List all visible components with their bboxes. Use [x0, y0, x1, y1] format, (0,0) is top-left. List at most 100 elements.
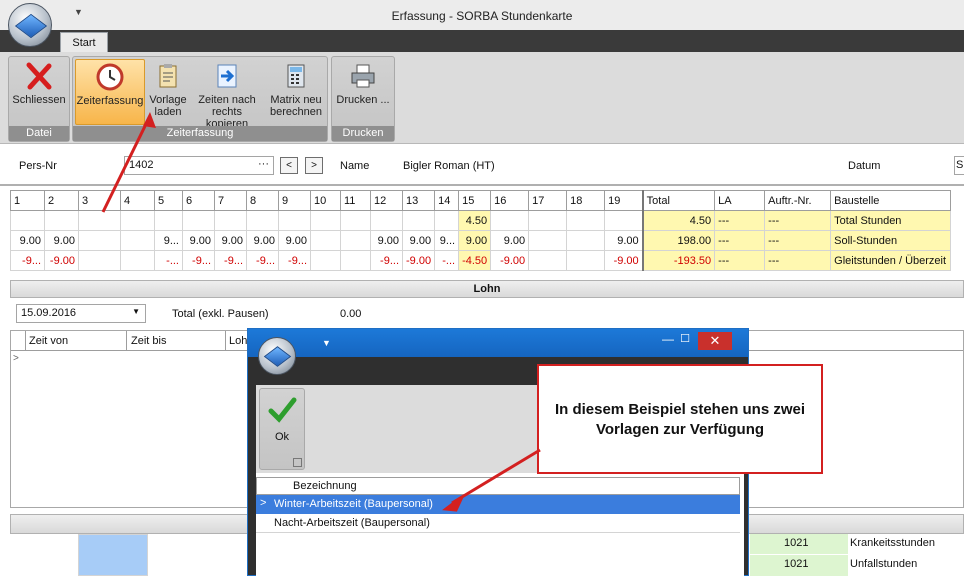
table-row: -9... -9.00 -... -9... -9... -9... -9... -9... -… [10, 250, 952, 271]
lohn-date-select[interactable]: 15.09.2016 ▼ [16, 304, 146, 323]
day-cell[interactable]: 9.00 [370, 230, 403, 251]
day-cell[interactable]: 9.00 [10, 230, 45, 251]
pers-nr-input[interactable]: 1402 ··· [124, 156, 274, 175]
day-cell[interactable] [340, 210, 371, 231]
clock-icon [96, 63, 124, 91]
day-cell[interactable]: 9.00 [604, 230, 644, 251]
vorlage-list: Bezeichnung > Winter-Arbeitszeit (Bauper… [256, 473, 744, 577]
day-cell[interactable] [401, 210, 436, 231]
day-cell[interactable]: -9.00 [44, 250, 79, 271]
day-cell[interactable] [78, 210, 121, 231]
drucken-button[interactable]: Drucken ... [334, 59, 392, 125]
zeiten-kopieren-button[interactable]: Zeiten nach rechts kopieren [191, 59, 263, 130]
dialog-quick-access-icon[interactable]: ▼ [322, 338, 331, 348]
day-cell[interactable]: -9... [214, 250, 247, 271]
day-cell[interactable]: 9... [434, 230, 460, 251]
next-button[interactable]: > [305, 157, 323, 174]
day-cell[interactable] [120, 210, 155, 231]
day-cell[interactable]: 9.00 [214, 230, 247, 251]
day-cell[interactable] [566, 210, 606, 231]
day-cell[interactable] [604, 210, 644, 231]
day-cell[interactable]: -9... [182, 250, 215, 271]
day-cell[interactable]: 9.00 [246, 230, 279, 251]
day-cell[interactable]: 9.00 [44, 230, 79, 251]
day-cell[interactable]: 4.50 [458, 210, 492, 231]
day-cell[interactable]: 9... [154, 230, 183, 251]
group-launcher-icon[interactable] [293, 458, 302, 467]
schliessen-button[interactable]: Schliessen [11, 59, 67, 125]
day-cell[interactable]: -9... [278, 250, 311, 271]
auftr-cell: --- [764, 210, 832, 231]
total-cell: -193.50 [641, 250, 716, 271]
col-zeit-von: Zeit von [29, 335, 69, 347]
dialog-close-button[interactable]: ✕ [698, 332, 732, 350]
day-cell[interactable] [566, 230, 606, 251]
day-cell[interactable]: -9... [10, 250, 45, 271]
day-cell[interactable] [528, 230, 568, 251]
day-cell[interactable] [434, 210, 460, 231]
day-cell[interactable]: -9.00 [490, 250, 530, 271]
day-cell[interactable] [78, 250, 121, 271]
day-header: 7 [214, 190, 247, 211]
calculator-icon [287, 64, 305, 88]
zeiterfassung-button[interactable]: Zeiterfassung [75, 59, 145, 125]
day-cell[interactable] [154, 210, 183, 231]
day-header: 12 [370, 190, 403, 211]
quick-access-dropdown-icon[interactable]: ▼ [74, 7, 83, 17]
day-cell[interactable]: -9.00 [401, 250, 436, 271]
day-cell[interactable] [10, 210, 45, 231]
ribbon: Schliessen Datei Zeiterfassung Vorlage l… [0, 52, 964, 144]
total-cell: 4.50 [641, 210, 716, 231]
dialog-maximize-button[interactable]: ☐ [680, 332, 690, 345]
day-cell[interactable] [278, 210, 311, 231]
day-cell[interactable]: -4.50 [458, 250, 492, 271]
day-cell[interactable] [566, 250, 606, 271]
dialog-minimize-button[interactable]: — [662, 332, 674, 346]
day-cell[interactable]: 9.00 [278, 230, 311, 251]
day-cell[interactable]: 9.00 [401, 230, 436, 251]
list-item[interactable]: > Winter-Arbeitszeit (Baupersonal) [256, 495, 740, 514]
summary-header: Total [641, 190, 716, 211]
tab-start[interactable]: Start [60, 32, 108, 53]
day-cell[interactable]: -9... [370, 250, 403, 271]
datum-input[interactable]: S [954, 156, 964, 175]
day-cell[interactable] [246, 210, 279, 231]
vorlage-laden-button[interactable]: Vorlage laden [147, 59, 189, 125]
day-cell[interactable]: 9.00 [182, 230, 215, 251]
day-cell[interactable]: -9.00 [604, 250, 644, 271]
dialog-orb-icon[interactable] [258, 337, 296, 375]
auftr-cell: 1021 [750, 555, 848, 576]
ok-button[interactable]: Ok [259, 388, 305, 470]
day-cell[interactable] [120, 250, 155, 271]
prev-button[interactable]: < [280, 157, 298, 174]
day-cell[interactable] [310, 210, 341, 231]
auftr-cell: 1021 [750, 534, 848, 555]
day-cell[interactable] [340, 230, 371, 251]
day-cell[interactable]: -... [434, 250, 460, 271]
matrix-neu-berechnen-button[interactable]: Matrix neu berechnen [267, 59, 325, 125]
day-cell[interactable]: -9... [246, 250, 279, 271]
day-cell[interactable] [490, 210, 530, 231]
day-cell[interactable] [214, 210, 247, 231]
application-orb-icon[interactable] [8, 3, 52, 47]
day-cell[interactable] [528, 210, 568, 231]
day-cell[interactable] [310, 230, 341, 251]
day-cell[interactable]: 9.00 [490, 230, 530, 251]
day-cell[interactable] [44, 210, 79, 231]
day-cell[interactable] [78, 230, 121, 251]
day-header: 19 [604, 190, 644, 211]
day-cell[interactable] [370, 210, 403, 231]
day-header: 16 [490, 190, 530, 211]
day-cell[interactable] [182, 210, 215, 231]
day-cell[interactable]: 9.00 [458, 230, 492, 251]
selected-cells[interactable] [78, 534, 148, 576]
day-cell[interactable]: -... [154, 250, 183, 271]
day-header: 13 [401, 190, 436, 211]
divider [126, 331, 127, 351]
day-cell[interactable] [340, 250, 371, 271]
day-cell[interactable] [528, 250, 568, 271]
list-item[interactable]: Nacht-Arbeitszeit (Baupersonal) [256, 514, 740, 533]
day-cell[interactable] [310, 250, 341, 271]
ellipsis-button[interactable]: ··· [258, 158, 269, 170]
day-cell[interactable] [120, 230, 155, 251]
